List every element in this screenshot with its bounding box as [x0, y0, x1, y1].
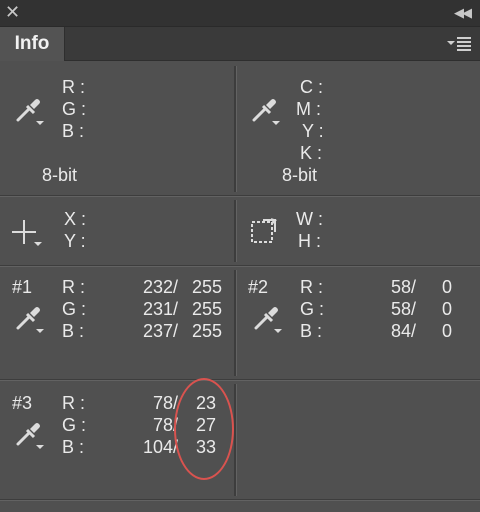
blue-before-value: 104/ — [142, 437, 178, 457]
eyedropper-icon[interactable] — [250, 96, 280, 126]
sampler-id: #1 — [12, 277, 33, 297]
blue-label: B : — [300, 321, 323, 341]
divider-vertical-2 — [234, 200, 237, 262]
blue-label: B : — [62, 437, 85, 457]
red-label: R : — [62, 77, 86, 97]
red-after-value: 0 — [441, 277, 452, 297]
green-after-value: 0 — [441, 299, 452, 319]
sampler-id: #3 — [12, 393, 33, 413]
red-label: R : — [62, 277, 86, 297]
divider-horizontal-3 — [0, 379, 480, 381]
eyedropper-icon[interactable] — [252, 304, 282, 334]
eyedropper-icon[interactable] — [14, 96, 44, 126]
width-label: W : — [296, 209, 323, 229]
blue-after-value: 255 — [191, 321, 222, 341]
red-label: R : — [300, 277, 324, 297]
tab-info[interactable]: Info — [0, 27, 65, 61]
panel-titlebar: ✕ ◀◀ — [0, 0, 480, 27]
green-label: G : — [62, 415, 87, 435]
yellow-label: Y : — [302, 121, 324, 141]
green-label: G : — [62, 99, 87, 119]
sampler-id: #2 — [248, 277, 269, 297]
eyedropper-icon[interactable] — [14, 420, 44, 450]
magenta-label: M : — [296, 99, 321, 119]
tab-bar: Info — [0, 27, 480, 61]
crosshair-icon[interactable] — [10, 216, 44, 248]
divider-horizontal-2 — [0, 265, 480, 267]
divider-vertical-1 — [234, 66, 237, 192]
selection-size-icon — [251, 218, 277, 243]
red-before-value: 78/ — [152, 393, 178, 413]
red-after-value: 255 — [191, 277, 222, 297]
green-label: G : — [62, 299, 87, 319]
annotation-circle — [174, 378, 234, 480]
y-label: Y : — [64, 231, 86, 251]
green-before-value: 231/ — [142, 299, 178, 319]
red-before-value: 58/ — [390, 277, 416, 297]
green-label: G : — [300, 299, 325, 319]
divider-vertical-4 — [234, 384, 237, 496]
red-before-value: 232/ — [142, 277, 178, 297]
red-label: R : — [62, 393, 86, 413]
panel-menu-icon[interactable] — [446, 34, 472, 52]
green-before-value: 58/ — [390, 299, 416, 319]
divider-horizontal-1 — [0, 195, 480, 197]
green-after-value: 255 — [191, 299, 222, 319]
close-icon[interactable]: ✕ — [5, 2, 20, 22]
eyedropper-icon[interactable] — [14, 304, 44, 334]
blue-after-value: 0 — [441, 321, 452, 341]
collapse-icon[interactable]: ◀◀ — [454, 3, 472, 23]
blue-before-value: 84/ — [390, 321, 416, 341]
green-before-value: 78/ — [152, 415, 178, 435]
divider-vertical-3 — [234, 270, 237, 376]
black-label: K : — [300, 143, 323, 163]
x-label: X : — [64, 209, 87, 229]
cyan-label: C : — [300, 77, 324, 97]
height-label: H : — [298, 231, 322, 251]
blue-before-value: 237/ — [142, 321, 178, 341]
bit-depth: 8-bit — [42, 165, 78, 185]
divider-horizontal-4 — [0, 499, 480, 501]
bit-depth: 8-bit — [282, 165, 318, 185]
blue-label: B : — [62, 121, 85, 141]
blue-label: B : — [62, 321, 85, 341]
